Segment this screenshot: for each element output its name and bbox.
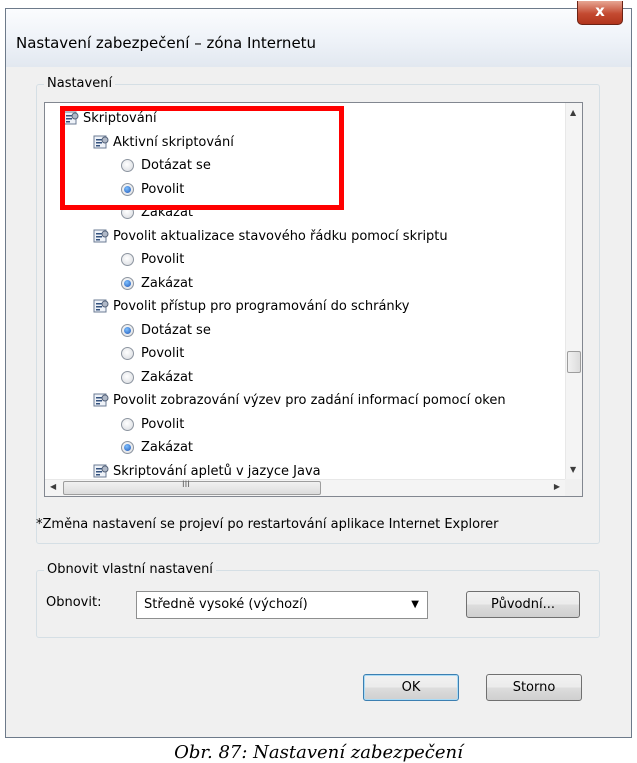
close-icon: x xyxy=(595,2,605,20)
horizontal-scrollbar[interactable]: ◀ III ▶ xyxy=(45,479,566,496)
radio-option[interactable]: Zakázat xyxy=(45,366,566,389)
radio-selected[interactable] xyxy=(121,441,134,454)
window-title: Nastavení zabezpečení – zóna Internetu xyxy=(16,34,317,52)
tree-item-label: Zakázat xyxy=(141,440,194,455)
horizontal-scroll-thumb[interactable]: III xyxy=(63,480,321,495)
title-bar[interactable]: Nastavení zabezpečení – zóna Internetu x xyxy=(6,1,631,67)
scroll-right-arrow-icon[interactable]: ▶ xyxy=(554,483,560,491)
vertical-scrollbar[interactable]: ▲ ▼ xyxy=(565,103,582,480)
reset-group-legend: Obnovit vlastní nastavení xyxy=(44,562,216,577)
cancel-button[interactable]: Storno xyxy=(486,674,582,701)
scroll-corner xyxy=(565,479,582,496)
reset-label: Obnovit: xyxy=(46,595,102,610)
radio-option[interactable]: Povolit xyxy=(45,342,566,365)
tree-item-label: Skriptování apletů v jazyce Java xyxy=(113,463,321,479)
radio-option[interactable]: Zakázat xyxy=(45,436,566,459)
chevron-down-icon: ▼ xyxy=(411,599,419,610)
tree-setting: Skriptování apletů v jazyce Java xyxy=(45,460,566,481)
tree-item-label: Zakázat xyxy=(141,369,194,385)
script-settings-icon xyxy=(93,299,109,314)
radio-option[interactable]: Zakázat xyxy=(45,272,566,295)
tree-item-label: Povolit xyxy=(141,416,185,432)
security-level-value: Středně vysoké (výchozí) xyxy=(144,597,308,612)
figure-caption: Obr. 87: Nastavení zabezpečení xyxy=(174,742,463,763)
settings-group-legend: Nastavení xyxy=(44,76,116,91)
close-button[interactable]: x xyxy=(577,1,623,25)
ok-button[interactable]: OK xyxy=(363,674,459,701)
radio-unselected[interactable] xyxy=(121,253,134,266)
radio-unselected[interactable] xyxy=(121,347,134,360)
scroll-grip: III xyxy=(182,480,190,490)
radio-selected[interactable] xyxy=(121,276,134,290)
scroll-down-arrow-icon[interactable]: ▼ xyxy=(570,466,576,474)
radio-unselected[interactable] xyxy=(121,370,134,384)
tree-item-label: Povolit přístup pro programování do schr… xyxy=(113,299,410,314)
tree-item-label: Dotázat se xyxy=(141,322,211,338)
security-level-dropdown[interactable]: Středně vysoké (výchozí) ▼ xyxy=(136,591,428,619)
scroll-left-arrow-icon[interactable]: ◀ xyxy=(50,483,56,491)
tree-item-label: Zakázat xyxy=(141,275,194,291)
tree-item-label: Povolit xyxy=(141,252,185,267)
script-settings-icon xyxy=(93,464,109,479)
radio-option[interactable]: Povolit xyxy=(45,413,566,436)
radio-selected[interactable] xyxy=(121,323,134,337)
script-settings-icon xyxy=(93,229,109,244)
tree-item-label: Povolit aktualizace stavového řádku pomo… xyxy=(113,228,448,244)
script-settings-icon xyxy=(93,393,109,408)
tree-setting: Povolit zobrazování výzev pro zadání inf… xyxy=(45,389,566,412)
vertical-scroll-thumb[interactable] xyxy=(567,351,581,374)
radio-unselected[interactable] xyxy=(121,417,134,431)
tree-item-label: Povolit zobrazování výzev pro zadání inf… xyxy=(113,393,506,408)
scroll-up-arrow-icon[interactable]: ▲ xyxy=(570,109,576,117)
tree-setting: Povolit přístup pro programování do schr… xyxy=(45,295,566,318)
radio-option[interactable]: Dotázat se xyxy=(45,319,566,342)
reset-button[interactable]: Původní... xyxy=(466,591,580,618)
red-highlight-box xyxy=(60,106,344,210)
tree-item-label: Povolit xyxy=(141,346,185,361)
restart-note: *Změna nastavení se projeví po restartov… xyxy=(36,517,499,532)
radio-option[interactable]: Povolit xyxy=(45,248,566,271)
tree-setting: Povolit aktualizace stavového řádku pomo… xyxy=(45,225,566,248)
